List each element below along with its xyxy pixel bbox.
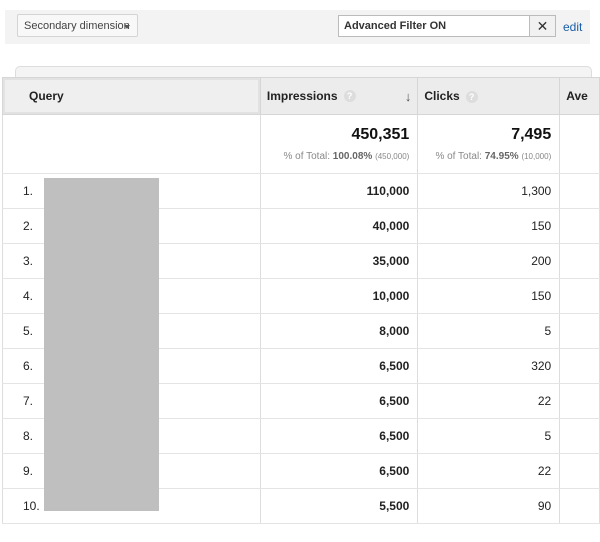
row-impressions: 6,500 — [259, 453, 419, 489]
caret-down-icon — [124, 25, 130, 29]
row-impressions: 35,000 — [259, 243, 419, 279]
row-clicks: 5 — [417, 313, 561, 349]
row-clicks: 320 — [417, 348, 561, 384]
row-clicks: 150 — [417, 208, 561, 244]
row-clicks: 5 — [417, 418, 561, 454]
totals-row: 450,351% of Total: 100.08% (450,000) 7,4… — [2, 114, 600, 174]
row-impressions: 10,000 — [259, 278, 419, 314]
edit-filter-link[interactable]: edit — [563, 20, 582, 34]
help-icon[interactable]: ? — [465, 90, 478, 103]
total-clicks: 7,495% of Total: 74.95% (10,000) — [417, 114, 561, 174]
row-clicks: 1,300 — [417, 173, 561, 209]
impressions-label: Impressions — [266, 88, 338, 103]
total-impressions: 450,351% of Total: 100.08% (450,000) — [259, 114, 419, 174]
row-impressions: 5,500 — [259, 488, 419, 524]
column-header-impressions[interactable]: Impressions? ↓ — [259, 77, 419, 115]
row-clicks: 22 — [417, 383, 561, 419]
row-impressions: 6,500 — [259, 348, 419, 384]
row-impressions: 40,000 — [259, 208, 419, 244]
secondary-dimension-label: Secondary dimension — [24, 20, 130, 32]
column-header-query[interactable]: Query — [2, 77, 261, 115]
secondary-dimension-dropdown[interactable]: Secondary dimension — [17, 14, 138, 37]
sort-desc-icon: ↓ — [404, 88, 412, 104]
row-impressions: 8,000 — [259, 313, 419, 349]
row-impressions: 6,500 — [259, 383, 419, 419]
filter-input[interactable]: Advanced Filter ON — [338, 15, 530, 37]
row-clicks: 90 — [417, 488, 561, 524]
help-icon[interactable]: ? — [343, 90, 356, 103]
clicks-label: Clicks — [424, 89, 460, 103]
column-header-clicks[interactable]: Clicks? — [417, 77, 561, 115]
row-clicks: 200 — [417, 243, 561, 279]
row-clicks: 22 — [417, 453, 561, 489]
clear-filter-button[interactable]: ✕ — [530, 15, 556, 37]
row-impressions: 110,000 — [259, 173, 419, 209]
row-impressions: 6,500 — [259, 418, 419, 454]
column-header-avg[interactable]: Ave — [559, 77, 600, 115]
redacted-query-block — [44, 178, 159, 511]
row-clicks: 150 — [417, 278, 561, 314]
